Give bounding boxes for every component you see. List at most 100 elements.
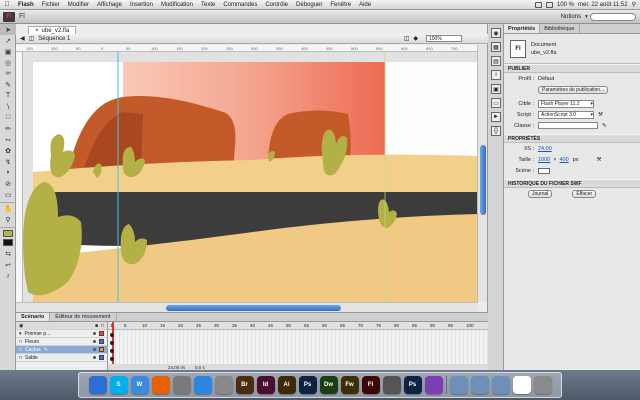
utility-icon[interactable] (382, 376, 401, 394)
zoom-select[interactable]: 100% (426, 35, 462, 42)
itunes-icon[interactable] (193, 376, 212, 394)
code-snippets-icon[interactable]: {} (491, 126, 501, 136)
keyframe[interactable] (110, 341, 114, 345)
edit-symbol-icon[interactable]: ◆ (413, 35, 418, 42)
finder-icon[interactable] (88, 376, 107, 394)
layer-row[interactable]: □ Fleurs (16, 338, 107, 346)
document-tab[interactable]: × ube_v2.fla (28, 26, 77, 34)
layer-color-swatch[interactable] (99, 331, 104, 336)
layer-row[interactable]: ▾ Premier p... (16, 330, 107, 338)
tab-proprietes[interactable]: Propriétés (504, 24, 541, 33)
bone-tool-icon[interactable]: ↯ (0, 156, 16, 167)
workspace-switcher[interactable]: Notions ▼ (561, 14, 590, 20)
edit-scene-icon[interactable]: ◫ (404, 35, 410, 42)
height-value[interactable]: 400 (559, 157, 568, 163)
menu-modification[interactable]: Modification (157, 2, 197, 8)
stroke-color-swatch[interactable] (3, 230, 13, 237)
menu-fenetre[interactable]: Fenêtre (326, 2, 355, 8)
class-input[interactable] (538, 122, 598, 129)
eyedropper-tool-icon[interactable]: ⊘ (0, 178, 16, 189)
visibility-dot[interactable] (93, 340, 96, 343)
menu-fichier[interactable]: Fichier (38, 2, 64, 8)
swap-colors-icon[interactable]: ⇆ (0, 248, 16, 259)
section-historique[interactable]: HISTORIQUE DU FICHIER SWF (504, 179, 640, 188)
align-panel-icon[interactable]: ▤ (491, 56, 501, 66)
info-panel-icon[interactable]: i (491, 70, 501, 80)
menu-modifier[interactable]: Modifier (64, 2, 93, 8)
hand-tool-icon[interactable]: ✋ (0, 203, 16, 214)
horizontal-scroll-thumb[interactable] (166, 305, 341, 311)
eye-icon[interactable]: ◉ (19, 323, 23, 329)
fireworks-icon[interactable]: Fw (340, 376, 359, 394)
keyframe[interactable] (110, 349, 114, 353)
illustrator-icon[interactable]: Ai (277, 376, 296, 394)
3d-rotation-tool-icon[interactable]: ◎ (0, 57, 16, 68)
stage-color-swatch[interactable] (538, 167, 550, 174)
eraser-tool-icon[interactable]: ▭ (0, 189, 16, 200)
volume-icon[interactable] (545, 1, 553, 8)
section-publier[interactable]: PUBLIER (504, 64, 640, 73)
deco-tool-icon[interactable]: ✿ (0, 145, 16, 156)
layer-color-swatch[interactable] (99, 347, 104, 352)
calendar-icon[interactable] (214, 376, 233, 394)
photoshop-2-icon[interactable]: Ps (403, 376, 422, 394)
pencil-icon[interactable]: ✎ (602, 123, 607, 129)
transform-panel-icon[interactable]: ▣ (491, 84, 501, 94)
brush-tool-icon[interactable]: ∾ (0, 134, 16, 145)
zoom-tool-icon[interactable]: ⚲ (0, 214, 16, 225)
tab-scenario[interactable]: Scénario (16, 313, 51, 321)
color-panel-icon[interactable]: ◉ (491, 28, 501, 38)
selection-tool-icon[interactable]: ➤ (0, 24, 16, 35)
skype-icon[interactable]: S (109, 376, 128, 394)
smooth-icon[interactable]: ≀ (0, 270, 16, 281)
documents-icon[interactable] (470, 376, 489, 394)
photos-icon[interactable] (172, 376, 191, 394)
image-icon[interactable] (512, 376, 531, 394)
pen-tool-icon[interactable]: ✎ (0, 79, 16, 90)
subselection-tool-icon[interactable]: ↗ (0, 35, 16, 46)
publish-settings-button[interactable]: Paramètres de publication... (538, 85, 609, 94)
firefox-icon[interactable] (151, 376, 170, 394)
keyframe[interactable] (110, 357, 114, 361)
back-arrow-icon[interactable]: ◀ (20, 35, 25, 42)
journal-button[interactable]: Journal (528, 189, 553, 198)
menu-insertion[interactable]: Insertion (126, 2, 157, 8)
text-tool-icon[interactable]: T (0, 90, 16, 101)
wifi-icon[interactable] (534, 1, 542, 8)
script-select[interactable]: ActionScript 3.0 ▾ (538, 110, 594, 119)
bridge-icon[interactable]: Br (235, 376, 254, 394)
menu-texte[interactable]: Texte (197, 2, 219, 8)
pencil-tool-icon[interactable]: ✏ (0, 123, 16, 134)
menu-affichage[interactable]: Affichage (93, 2, 126, 8)
stage[interactable] (23, 52, 478, 302)
free-transform-tool-icon[interactable]: ▣ (0, 46, 16, 57)
dreamweaver-icon[interactable]: Dw (319, 376, 338, 394)
visibility-dot[interactable] (93, 332, 96, 335)
outline-icon[interactable]: □ (101, 323, 104, 329)
scene-name[interactable]: Séquence 1 (38, 36, 70, 42)
layer-color-swatch[interactable] (99, 339, 104, 344)
layer-row-selected[interactable]: □ Cactus ✎ (16, 346, 107, 354)
wrench-icon-2[interactable]: ⚒ (596, 157, 601, 163)
vertical-scroll-thumb[interactable] (480, 145, 486, 215)
downloads-icon[interactable] (491, 376, 510, 394)
visibility-dot[interactable] (93, 348, 96, 351)
menu-deboguer[interactable]: Déboguer (292, 2, 326, 8)
swatches-panel-icon[interactable]: ▦ (491, 42, 501, 52)
target-select[interactable]: Flash Player 11.2 ▾ (538, 99, 594, 108)
help-search-input[interactable] (590, 13, 636, 21)
width-value[interactable]: 1000 (538, 157, 550, 163)
photoshop-icon[interactable]: Ps (298, 376, 317, 394)
tab-bibliotheque[interactable]: Bibliothèque (540, 24, 580, 33)
wrench-icon[interactable]: ⚒ (598, 112, 603, 118)
flash-icon[interactable]: Fl (361, 376, 380, 394)
visibility-dot[interactable] (93, 356, 96, 359)
folder-icon[interactable] (449, 376, 468, 394)
clear-button[interactable]: Effacer (572, 189, 597, 198)
motion-presets-icon[interactable]: ► (491, 112, 501, 122)
paint-bucket-tool-icon[interactable]: ◗ (0, 167, 16, 178)
menu-aide[interactable]: Aide (355, 2, 375, 8)
layer-row[interactable]: □ Sable (16, 354, 107, 362)
word-icon[interactable]: W (130, 376, 149, 394)
lasso-tool-icon[interactable]: ∞ (0, 68, 16, 79)
